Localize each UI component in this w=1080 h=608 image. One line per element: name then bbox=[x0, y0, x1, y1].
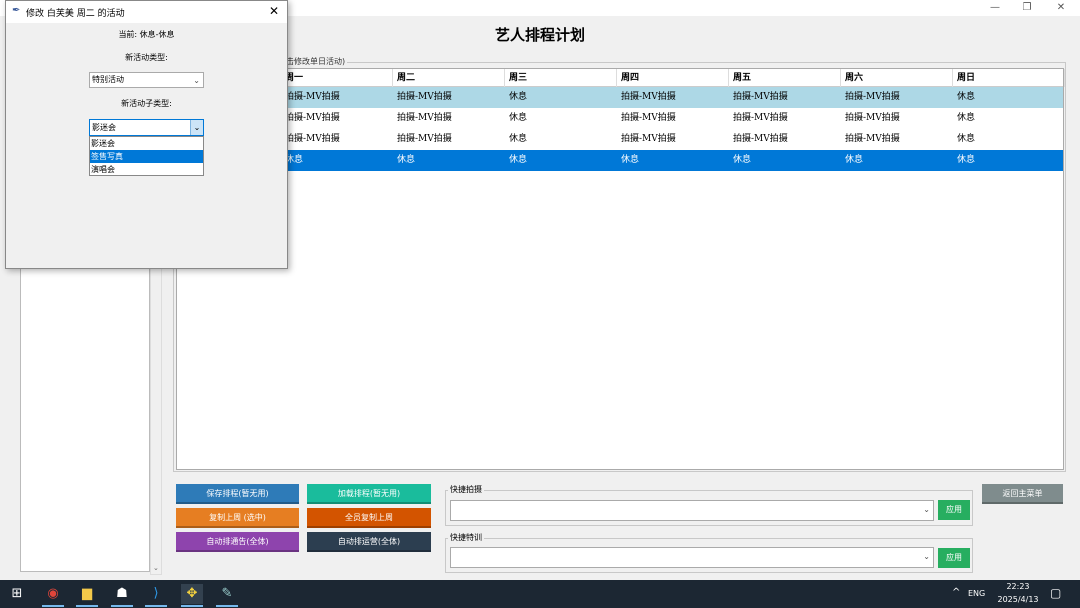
back-to-menu-button[interactable]: 返回主菜单 bbox=[982, 484, 1063, 504]
table-cell[interactable]: 休息 bbox=[729, 150, 751, 171]
quick-shoot-apply-button[interactable]: 应用 bbox=[938, 500, 970, 520]
dialog-title: 修改 白芙美 周二 的活动 bbox=[26, 9, 125, 19]
column-header[interactable]: 周二 bbox=[393, 69, 505, 87]
column-header[interactable]: 周三 bbox=[505, 69, 617, 87]
table-cell[interactable]: 拍摄-MV拍摄 bbox=[393, 108, 452, 129]
load-schedule-button[interactable]: 加载排程(暂无用) bbox=[307, 484, 431, 504]
maximize-button[interactable]: ❐ bbox=[1012, 0, 1042, 16]
table-cell[interactable]: 休息 bbox=[505, 150, 527, 171]
activity-type-combobox[interactable]: 特别活动 ⌄ bbox=[89, 72, 204, 88]
dropdown-option[interactable]: 演唱会 bbox=[90, 163, 203, 176]
language-indicator[interactable]: ENG bbox=[968, 589, 985, 598]
activity-subtype-label: 新活动子类型: bbox=[121, 99, 172, 108]
table-cell[interactable]: 休息 bbox=[505, 108, 527, 129]
table-cell[interactable]: 休息 bbox=[505, 87, 527, 108]
dialog-title-bar: ✒ 修改 白芙美 周二 的活动 ✕ bbox=[6, 1, 287, 23]
table-row-selected[interactable]: 休息 休息 休息 休息 休息 休息 休息 bbox=[177, 150, 1063, 171]
table-cell[interactable]: 休息 bbox=[953, 150, 975, 171]
activity-subtype-value: 影迷会 bbox=[92, 123, 116, 132]
subtype-dropdown-list: 影迷会 签售写真 演唱会 bbox=[89, 136, 204, 176]
python-icon[interactable]: ✥ bbox=[181, 584, 203, 604]
table-cell[interactable]: 休息 bbox=[953, 108, 975, 129]
quick-shoot-combobox[interactable]: ⌄ bbox=[450, 500, 934, 521]
chevron-down-icon: ⌄ bbox=[193, 76, 200, 85]
vscode-icon[interactable]: ⟩ bbox=[145, 584, 167, 604]
table-cell[interactable]: 拍摄-MV拍摄 bbox=[729, 87, 788, 108]
table-cell[interactable]: 休息 bbox=[841, 150, 863, 171]
copy-last-week-button[interactable]: 复制上周 (选中) bbox=[176, 508, 299, 528]
save-schedule-button[interactable]: 保存排程(暂无用) bbox=[176, 484, 299, 504]
auto-schedule-ops-button[interactable]: 自动排运营(全体) bbox=[307, 532, 431, 552]
quick-train-label: 快捷特训 bbox=[448, 532, 484, 543]
notification-icon[interactable]: ▢ bbox=[1050, 586, 1061, 600]
table-cell[interactable]: 拍摄-MV拍摄 bbox=[841, 129, 900, 150]
table-cell[interactable]: 拍摄-MV拍摄 bbox=[281, 108, 340, 129]
current-activity-label: 当前: 休息-休息 bbox=[118, 30, 175, 39]
table-cell[interactable]: 休息 bbox=[617, 150, 639, 171]
clock-time[interactable]: 22:23 bbox=[996, 582, 1040, 591]
table-cell[interactable]: 休息 bbox=[953, 129, 975, 150]
dialog-close-icon[interactable]: ✕ bbox=[269, 4, 279, 18]
table-cell[interactable]: 拍摄-MV拍摄 bbox=[841, 108, 900, 129]
clock-date[interactable]: 2025/4/13 bbox=[992, 595, 1044, 604]
table-cell[interactable]: 拍摄-MV拍摄 bbox=[281, 129, 340, 150]
table-cell[interactable]: 拍摄-MV拍摄 bbox=[841, 87, 900, 108]
close-button[interactable]: ✕ bbox=[1046, 0, 1076, 16]
quick-train-apply-button[interactable]: 应用 bbox=[938, 548, 970, 568]
table-cell[interactable]: 休息 bbox=[953, 87, 975, 108]
column-header[interactable]: 周六 bbox=[841, 69, 953, 87]
table-cell[interactable]: 休息 bbox=[393, 150, 415, 171]
windows-start-icon[interactable]: ⊞ bbox=[6, 584, 28, 604]
schedule-frame-label: 击修改单日活动) bbox=[284, 56, 348, 67]
table-row[interactable]: 拍摄-MV拍摄 拍摄-MV拍摄 休息 拍摄-MV拍摄 拍摄-MV拍摄 拍摄-MV拍摄 休息 bbox=[177, 87, 1063, 108]
table-header[interactable]: 周一 周二 周三 周四 周五 周六 周日 bbox=[177, 69, 1065, 87]
scroll-down-icon[interactable]: ⌄ bbox=[153, 564, 159, 572]
chevron-down-icon: ⌄ bbox=[923, 505, 930, 514]
column-header[interactable]: 周五 bbox=[729, 69, 841, 87]
column-header[interactable]: 周一 bbox=[281, 69, 393, 87]
table-cell[interactable]: 拍摄-MV拍摄 bbox=[617, 129, 676, 150]
table-cell[interactable]: 拍摄-MV拍摄 bbox=[393, 87, 452, 108]
edit-activity-dialog: ✒ 修改 白芙美 周二 的活动 ✕ 当前: 休息-休息 新活动类型: 特别活动 ⌄… bbox=[5, 0, 288, 269]
schedule-table[interactable]: 周一 周二 周三 周四 周五 周六 周日 拍摄-MV拍摄 拍摄-MV拍摄 休息 拍摄-MV拍摄 拍摄-… bbox=[176, 68, 1065, 470]
table-cell[interactable]: 拍摄-MV拍摄 bbox=[393, 129, 452, 150]
column-header[interactable]: 周日 bbox=[953, 69, 1065, 87]
minimize-button[interactable]: — bbox=[980, 0, 1010, 16]
feather-icon: ✒ bbox=[12, 5, 21, 16]
table-row[interactable]: 拍摄-MV拍摄 拍摄-MV拍摄 休息 拍摄-MV拍摄 拍摄-MV拍摄 拍摄-MV拍摄 休息 bbox=[177, 108, 1063, 129]
table-cell[interactable]: 拍摄-MV拍摄 bbox=[617, 108, 676, 129]
python-idle-icon[interactable]: ✎ bbox=[216, 584, 238, 604]
table-row[interactable]: 拍摄-MV拍摄 拍摄-MV拍摄 休息 拍摄-MV拍摄 拍摄-MV拍摄 拍摄-MV拍摄 休息 bbox=[177, 129, 1063, 150]
table-cell[interactable]: 拍摄-MV拍摄 bbox=[729, 108, 788, 129]
dropdown-option[interactable]: 影迷会 bbox=[90, 137, 203, 150]
table-cell[interactable]: 拍摄-MV拍摄 bbox=[281, 87, 340, 108]
chevron-down-icon[interactable]: ⌄ bbox=[190, 120, 203, 135]
table-cell[interactable]: 拍摄-MV拍摄 bbox=[617, 87, 676, 108]
auto-schedule-ads-button[interactable]: 自动排通告(全体) bbox=[176, 532, 299, 552]
table-cell[interactable]: 拍摄-MV拍摄 bbox=[729, 129, 788, 150]
file-explorer-icon[interactable]: ▆ bbox=[76, 584, 98, 604]
quick-shoot-label: 快捷拍摄 bbox=[448, 484, 484, 495]
tray-expand-icon[interactable]: ^ bbox=[952, 587, 960, 598]
quick-train-combobox[interactable]: ⌄ bbox=[450, 547, 934, 568]
activity-type-label: 新活动类型: bbox=[125, 53, 168, 62]
table-cell[interactable]: 休息 bbox=[505, 129, 527, 150]
chrome-icon[interactable]: ◉ bbox=[42, 584, 64, 604]
activity-subtype-combobox[interactable]: 影迷会 ⌄ bbox=[89, 119, 204, 136]
qq-icon[interactable]: ☗ bbox=[111, 584, 133, 604]
copy-all-last-week-button[interactable]: 全员复制上周 bbox=[307, 508, 431, 528]
dropdown-option-selected[interactable]: 签售写真 bbox=[90, 150, 203, 163]
chevron-down-icon: ⌄ bbox=[923, 552, 930, 561]
column-header[interactable]: 周四 bbox=[617, 69, 729, 87]
activity-type-value: 特别活动 bbox=[92, 75, 124, 84]
